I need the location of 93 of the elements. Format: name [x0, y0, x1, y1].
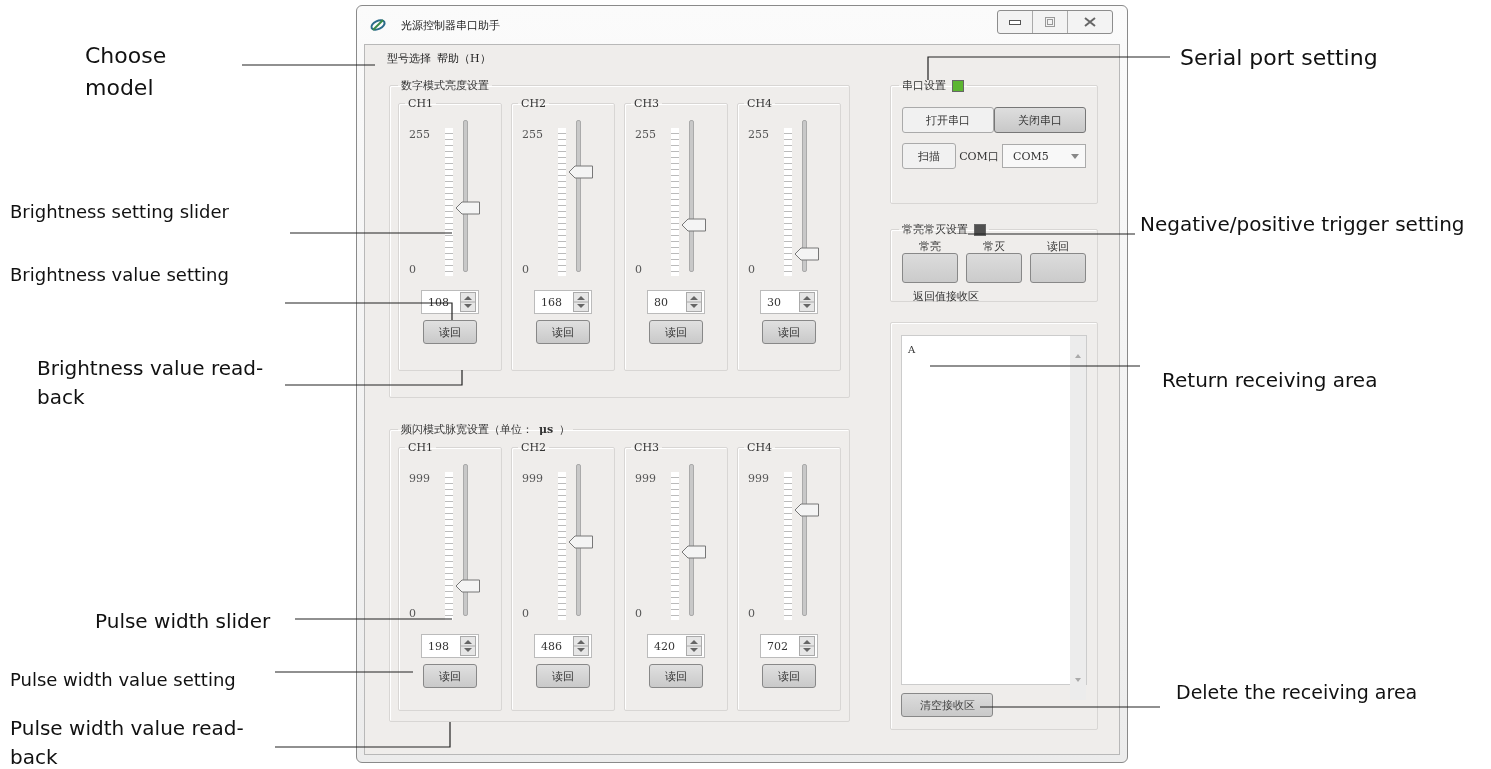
- trigger-button[interactable]: [966, 253, 1022, 283]
- value-spinbox[interactable]: 30: [760, 290, 818, 314]
- min-label: 0: [635, 607, 643, 620]
- slider-thumb[interactable]: [568, 164, 594, 179]
- menu-item[interactable]: 型号选择: [387, 51, 431, 66]
- callout-text: Pulse width value read-back: [10, 715, 245, 769]
- callout-text: Brightness value read-back: [37, 355, 265, 411]
- value-spinbox[interactable]: 420: [647, 634, 705, 658]
- callout-text: Pulse width slider: [95, 608, 272, 635]
- group-title: 数字模式亮度设置: [400, 78, 490, 93]
- spin-arrows-icon[interactable]: [573, 636, 589, 656]
- callout-text: Return receiving area: [1162, 367, 1378, 394]
- min-label: 0: [635, 263, 643, 276]
- read-back-button[interactable]: 读回: [762, 664, 816, 688]
- max-label: 999: [522, 472, 544, 485]
- port-dropdown[interactable]: COM5: [1002, 144, 1086, 168]
- trigger-button[interactable]: [902, 253, 958, 283]
- min-label: 0: [409, 607, 417, 620]
- callout-text: Serial port setting: [1180, 44, 1378, 72]
- channel-label: CH2: [520, 441, 547, 454]
- value-spinbox[interactable]: 702: [760, 634, 818, 658]
- callout-text: Brightness value setting: [10, 263, 230, 287]
- button-label: 常亮: [919, 241, 941, 253]
- callout-text: Negative/positive trigger setting: [1140, 211, 1465, 238]
- channel-label: CH1: [407, 97, 434, 110]
- group-title: 常亮常灭设置: [902, 222, 968, 237]
- menu-item[interactable]: 帮助（H）: [437, 51, 491, 66]
- spin-arrows-icon[interactable]: [686, 292, 702, 312]
- group-title: 串口设置: [902, 78, 946, 93]
- channel-label: CH4: [746, 97, 773, 110]
- spin-arrows-icon[interactable]: [799, 636, 815, 656]
- value-spinbox[interactable]: 486: [534, 634, 592, 658]
- max-label: 255: [748, 128, 770, 141]
- read-back-button[interactable]: 读回: [423, 664, 477, 688]
- app-logo-icon: [369, 18, 387, 32]
- max-label: 999: [409, 472, 431, 485]
- trigger-button[interactable]: [1030, 253, 1086, 283]
- clear-button[interactable]: 清空接收区: [901, 693, 993, 717]
- read-back-button[interactable]: 读回: [649, 320, 703, 344]
- channel-label: CH1: [407, 441, 434, 454]
- maximize-icon: [1045, 17, 1055, 27]
- spin-arrows-icon[interactable]: [573, 292, 589, 312]
- read-back-button[interactable]: 读回: [423, 320, 477, 344]
- max-label: 255: [635, 128, 657, 141]
- min-label: 0: [748, 263, 756, 276]
- min-label: 0: [522, 607, 530, 620]
- slider-thumb[interactable]: [455, 201, 481, 216]
- port-label: COM口: [959, 148, 999, 164]
- read-back-button[interactable]: 读回: [536, 664, 590, 688]
- port-button[interactable]: 关闭串口: [994, 107, 1086, 133]
- min-label: 0: [522, 263, 530, 276]
- section-label: 返回值接收区: [913, 289, 980, 304]
- window-title: 光源控制器串口助手: [401, 17, 500, 33]
- channel-label: CH3: [633, 97, 660, 110]
- spin-arrows-icon[interactable]: [799, 292, 815, 312]
- channel-label: CH2: [520, 97, 547, 110]
- slider-thumb[interactable]: [681, 217, 707, 232]
- close-icon: [1084, 17, 1096, 27]
- read-back-button[interactable]: 读回: [536, 320, 590, 344]
- max-label: 999: [748, 472, 770, 485]
- spin-arrows-icon[interactable]: [460, 292, 476, 312]
- value-spinbox[interactable]: 168: [534, 290, 592, 314]
- scan-button[interactable]: 扫描: [902, 143, 956, 169]
- max-label: 255: [409, 128, 431, 141]
- spin-arrows-icon[interactable]: [460, 636, 476, 656]
- callout-text: Pulse width value setting: [10, 668, 237, 692]
- min-label: 0: [748, 607, 756, 620]
- dropdown-caret-icon: [1071, 153, 1079, 159]
- channel-label: CH4: [746, 441, 773, 454]
- slider-thumb[interactable]: [568, 534, 594, 549]
- value-spinbox[interactable]: 198: [421, 634, 479, 658]
- port-button[interactable]: 打开串口: [902, 107, 994, 133]
- slider-thumb[interactable]: [794, 502, 820, 517]
- value-spinbox[interactable]: 108: [421, 290, 479, 314]
- read-back-button[interactable]: 读回: [649, 664, 703, 688]
- max-label: 255: [522, 128, 544, 141]
- slider-thumb[interactable]: [794, 246, 820, 261]
- callout-text: Delete the receiving area: [1176, 680, 1418, 705]
- button-label: 常灭: [983, 241, 1005, 253]
- read-back-button[interactable]: 读回: [762, 320, 816, 344]
- group-title: 频闪模式脉宽设置（单位：μs ）: [400, 422, 572, 437]
- min-label: 0: [409, 263, 417, 276]
- callout-text: Choose model: [85, 42, 168, 102]
- value-spinbox[interactable]: 80: [647, 290, 705, 314]
- slider-thumb[interactable]: [681, 545, 707, 560]
- button-label: 读回: [1047, 241, 1069, 253]
- slider-thumb[interactable]: [455, 578, 481, 593]
- minimize-icon: [1009, 18, 1021, 26]
- max-label: 999: [635, 472, 657, 485]
- received-text: A: [907, 343, 917, 357]
- spin-arrows-icon[interactable]: [686, 636, 702, 656]
- channel-label: CH3: [633, 441, 660, 454]
- callout-text: Brightness setting slider: [10, 200, 230, 224]
